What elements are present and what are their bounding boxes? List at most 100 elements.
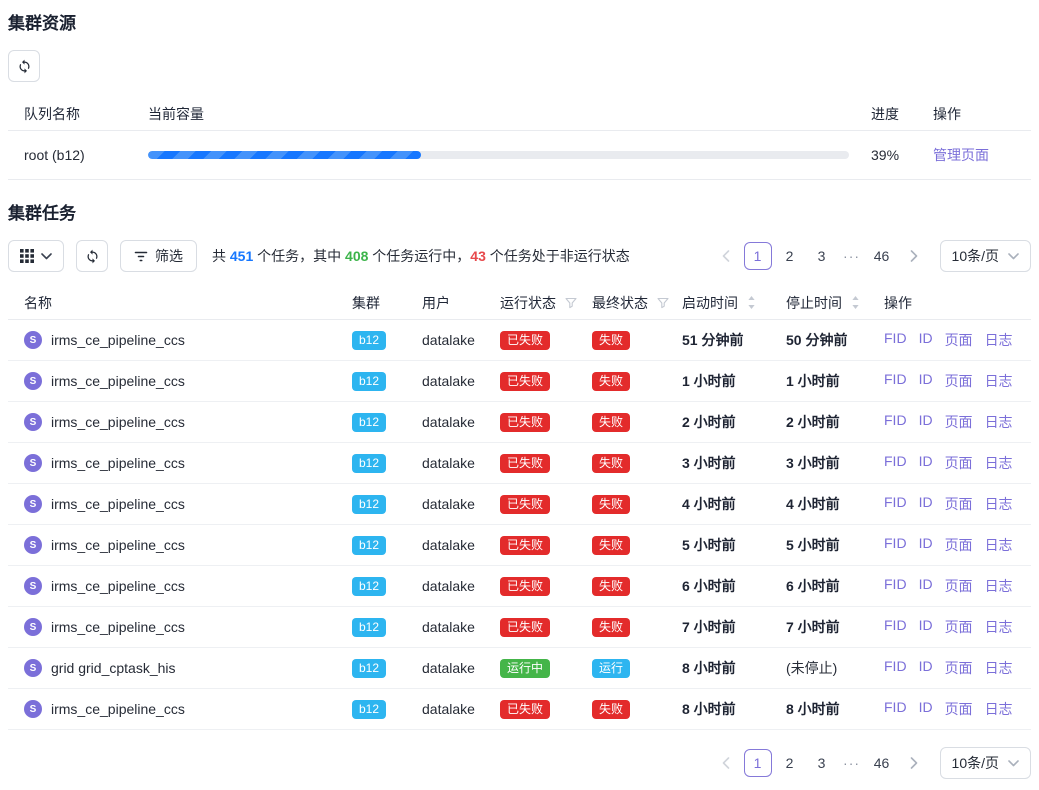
task-name: irms_ce_pipeline_ccs xyxy=(51,537,185,553)
cluster-badge: b12 xyxy=(352,577,386,596)
name-cell: S irms_ce_pipeline_ccs xyxy=(8,536,352,554)
fid-link[interactable]: FID xyxy=(884,330,907,350)
stop-time: 3 小时前 xyxy=(786,453,884,473)
pagination-prev-button[interactable] xyxy=(712,242,740,270)
page-link[interactable]: 页面 xyxy=(945,535,973,555)
page-size-select[interactable]: 10条/页 xyxy=(940,240,1031,272)
start-time: 3 小时前 xyxy=(682,453,786,473)
chevron-right-icon xyxy=(910,250,918,262)
stop-time: (未停止) xyxy=(786,658,884,678)
id-link[interactable]: ID xyxy=(919,699,933,719)
id-link[interactable]: ID xyxy=(919,453,933,473)
pagination-page-3[interactable]: 3 xyxy=(808,242,836,270)
tasks-refresh-button[interactable] xyxy=(76,240,108,272)
log-link[interactable]: 日志 xyxy=(985,371,1013,391)
resources-refresh-button[interactable] xyxy=(8,50,40,82)
page-link[interactable]: 页面 xyxy=(945,371,973,391)
page-link[interactable]: 页面 xyxy=(945,617,973,637)
id-link[interactable]: ID xyxy=(919,658,933,678)
pagination-bottom: 1 2 3 ··· 46 10条/页 xyxy=(712,747,1031,779)
pagination-next-button[interactable] xyxy=(900,749,928,777)
id-link[interactable]: ID xyxy=(919,412,933,432)
log-link[interactable]: 日志 xyxy=(985,453,1013,473)
id-link[interactable]: ID xyxy=(919,617,933,637)
log-link[interactable]: 日志 xyxy=(985,617,1013,637)
log-link[interactable]: 日志 xyxy=(985,494,1013,514)
pagination-prev-button[interactable] xyxy=(712,749,740,777)
log-link[interactable]: 日志 xyxy=(985,412,1013,432)
cluster-resources-section: 集群资源 队列名称 当前容量 进度 操作 root (b12) 39% xyxy=(8,14,1031,180)
id-link[interactable]: ID xyxy=(919,494,933,514)
fid-link[interactable]: FID xyxy=(884,658,907,678)
sorter-icon[interactable] xyxy=(851,295,860,310)
tasks-toolbar: 筛选 共 451 个任务，其中 408 个任务运行中，43 个任务处于非运行状态… xyxy=(8,240,1031,272)
fid-link[interactable]: FID xyxy=(884,412,907,432)
summary-total-count: 451 xyxy=(230,248,253,264)
log-link[interactable]: 日志 xyxy=(985,535,1013,555)
id-link[interactable]: ID xyxy=(919,330,933,350)
avatar: S xyxy=(24,659,42,677)
page-link[interactable]: 页面 xyxy=(945,412,973,432)
pagination-ellipsis[interactable]: ··· xyxy=(840,248,864,264)
table-row: S irms_ce_pipeline_ccs b12 datalake 已失败 … xyxy=(8,525,1031,566)
user-cell: datalake xyxy=(422,660,500,676)
tasks-summary: 共 451 个任务，其中 408 个任务运行中，43 个任务处于非运行状态 xyxy=(212,246,630,266)
col-stop-time[interactable]: 停止时间 xyxy=(786,293,884,313)
fid-link[interactable]: FID xyxy=(884,371,907,391)
page-size-value: 10条/页 xyxy=(952,246,999,266)
task-name: grid grid_cptask_his xyxy=(51,660,176,676)
manage-page-link[interactable]: 管理页面 xyxy=(933,147,989,163)
avatar: S xyxy=(24,331,42,349)
pagination-page-46[interactable]: 46 xyxy=(868,749,896,777)
columns-dropdown-button[interactable] xyxy=(8,240,64,272)
page-size-select[interactable]: 10条/页 xyxy=(940,747,1031,779)
sorter-icon[interactable] xyxy=(747,295,756,310)
fid-link[interactable]: FID xyxy=(884,699,907,719)
col-start-time[interactable]: 启动时间 xyxy=(682,293,786,313)
pagination-page-2[interactable]: 2 xyxy=(776,749,804,777)
filter-funnel-icon[interactable] xyxy=(565,297,577,309)
pagination-next-button[interactable] xyxy=(900,242,928,270)
final-status-badge: 失败 xyxy=(592,577,630,596)
id-link[interactable]: ID xyxy=(919,371,933,391)
table-row: S irms_ce_pipeline_ccs b12 datalake 已失败 … xyxy=(8,402,1031,443)
page-link[interactable]: 页面 xyxy=(945,453,973,473)
cluster-badge: b12 xyxy=(352,372,386,391)
stop-time: 1 小时前 xyxy=(786,371,884,391)
page-link[interactable]: 页面 xyxy=(945,494,973,514)
fid-link[interactable]: FID xyxy=(884,453,907,473)
row-actions: FID ID 页面 日志 xyxy=(884,330,1031,350)
pagination-ellipsis[interactable]: ··· xyxy=(840,755,864,771)
page-link[interactable]: 页面 xyxy=(945,576,973,596)
fid-link[interactable]: FID xyxy=(884,535,907,555)
log-link[interactable]: 日志 xyxy=(985,330,1013,350)
task-name: irms_ce_pipeline_ccs xyxy=(51,578,185,594)
table-row: S irms_ce_pipeline_ccs b12 datalake 已失败 … xyxy=(8,443,1031,484)
log-link[interactable]: 日志 xyxy=(985,699,1013,719)
pagination-page-1[interactable]: 1 xyxy=(744,242,772,270)
fid-link[interactable]: FID xyxy=(884,617,907,637)
name-cell: S irms_ce_pipeline_ccs xyxy=(8,618,352,636)
col-action: 操作 xyxy=(884,293,1031,313)
pagination-page-1[interactable]: 1 xyxy=(744,749,772,777)
pagination-page-46[interactable]: 46 xyxy=(868,242,896,270)
fid-link[interactable]: FID xyxy=(884,494,907,514)
id-link[interactable]: ID xyxy=(919,535,933,555)
stop-time: 5 小时前 xyxy=(786,535,884,555)
pagination-page-3[interactable]: 3 xyxy=(808,749,836,777)
page-link[interactable]: 页面 xyxy=(945,699,973,719)
filter-button[interactable]: 筛选 xyxy=(120,240,197,272)
row-actions: FID ID 页面 日志 xyxy=(884,576,1031,596)
final-status-badge: 失败 xyxy=(592,618,630,637)
user-cell: datalake xyxy=(422,496,500,512)
chevron-down-icon xyxy=(41,253,52,260)
log-link[interactable]: 日志 xyxy=(985,658,1013,678)
filter-funnel-icon[interactable] xyxy=(657,297,669,309)
id-link[interactable]: ID xyxy=(919,576,933,596)
page-link[interactable]: 页面 xyxy=(945,330,973,350)
page-link[interactable]: 页面 xyxy=(945,658,973,678)
fid-link[interactable]: FID xyxy=(884,576,907,596)
run-status-badge: 已失败 xyxy=(500,536,550,555)
pagination-page-2[interactable]: 2 xyxy=(776,242,804,270)
log-link[interactable]: 日志 xyxy=(985,576,1013,596)
